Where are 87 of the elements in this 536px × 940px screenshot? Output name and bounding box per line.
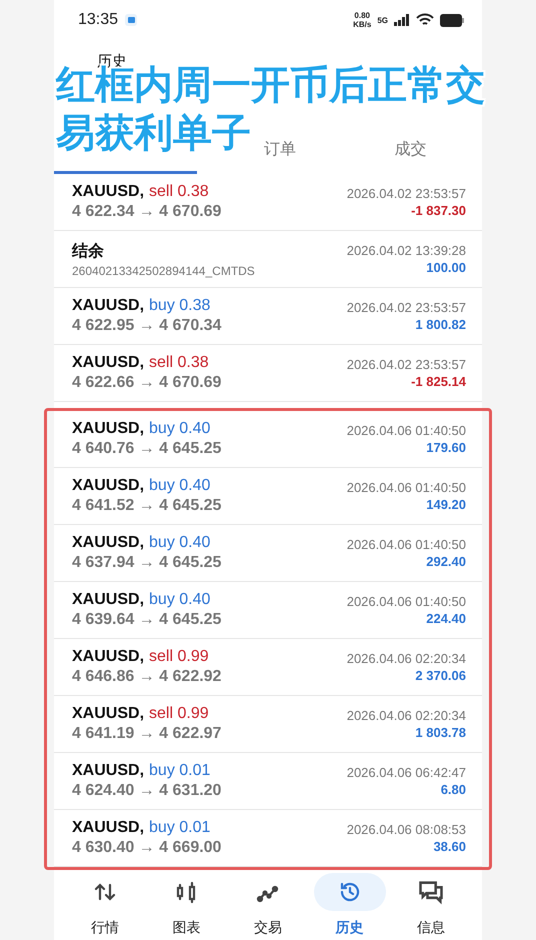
profit-text: 179.60: [426, 440, 466, 455]
app-icon: [124, 13, 138, 27]
profit-text: 1 800.82: [415, 317, 466, 332]
price-text: 4 637.94 → 4 645.25: [72, 554, 222, 572]
symbol-text: XAUUSD,: [72, 762, 144, 780]
profit-text: 6.80: [440, 782, 466, 797]
deal-row[interactable]: 结余 26040213342502894144_CMTDS 2026.04.02 13:39:28 100.00: [54, 231, 482, 288]
profit-text: -1 837.30: [411, 203, 466, 218]
deal-row[interactable]: XAUUSD, buy 0.40 4 639.64 → 4 645.25 2026.04.06 01:40:50 224.40: [54, 582, 482, 639]
price-text: 4 624.40 → 4 631.20: [72, 782, 222, 800]
nav-tab[interactable]: 行情: [68, 873, 142, 937]
deal-row[interactable]: XAUUSD, buy 0.38 4 622.95 → 4 670.34 2026.04.02 23:53:57 1 800.82: [54, 288, 482, 345]
profit-text: 224.40: [426, 611, 466, 626]
volume-text: buy 0.40: [149, 534, 210, 552]
annotation-caption: 易获利单子: [56, 111, 251, 157]
time-text: 2026.04.06 01:40:50: [346, 423, 466, 438]
time-text: 2026.04.06 01:40:50: [346, 480, 466, 495]
symbol-text: XAUUSD,: [72, 705, 144, 723]
volume-text: sell 0.38: [149, 354, 209, 372]
time-text: 2026.04.02 13:39:28: [346, 243, 466, 258]
price-text: 4 622.66 → 4 670.69: [72, 374, 222, 392]
price-text: 4 630.40 → 4 669.00: [72, 839, 222, 857]
clock-text: 13:35: [78, 11, 118, 29]
time-text: 2026.04.06 02:20:34: [346, 651, 466, 666]
deal-row[interactable]: XAUUSD, sell 0.99 4 641.19 → 4 622.97 2026.04.06 02:20:34 1 803.78: [54, 696, 482, 753]
deal-row[interactable]: XAUUSD, sell 0.99 4 646.86 → 4 622.92 2026.04.06 02:20:34 2 370.06: [54, 639, 482, 696]
price-text: 4 646.86 → 4 622.92: [72, 668, 222, 686]
volume-text: buy 0.40: [149, 591, 210, 609]
volume-text: buy 0.38: [149, 297, 210, 315]
profit-text: 149.20: [426, 497, 466, 512]
tab-underline[interactable]: [54, 171, 197, 174]
profit-text: 38.60: [433, 839, 466, 854]
time-text: 2026.04.06 01:40:50: [346, 537, 466, 552]
profit-text: 2 370.06: [415, 668, 466, 683]
time-text: 2026.04.06 02:20:34: [346, 708, 466, 723]
symbol-text: XAUUSD,: [72, 297, 144, 315]
symbol-text: XAUUSD,: [72, 534, 144, 552]
volume-text: buy 0.01: [149, 819, 210, 837]
volume-text: buy 0.40: [149, 477, 210, 495]
price-text: 4 641.19 → 4 622.97: [72, 725, 222, 743]
tab[interactable]: 成交: [394, 139, 427, 160]
profit-text: 1 803.78: [415, 725, 466, 740]
volume-text: sell 0.38: [149, 183, 209, 201]
tab[interactable]: 订单: [264, 139, 296, 160]
wifi-icon: [416, 13, 434, 27]
deal-row[interactable]: XAUUSD, buy 0.01 4 630.40 → 4 669.00 2026.04.06 08:08:53 38.60: [54, 810, 482, 867]
symbol-text: XAUUSD,: [72, 477, 144, 495]
nav-tab[interactable]: 信息: [394, 873, 468, 937]
nav-tab[interactable]: 交易: [230, 873, 305, 937]
profit-text: 100.00: [426, 260, 466, 275]
deal-row[interactable]: XAUUSD, buy 0.40 4 637.94 → 4 645.25 2026.04.06 01:40:50 292.40: [54, 525, 482, 582]
price-text: 4 639.64 → 4 645.25: [72, 611, 222, 629]
deal-row[interactable]: XAUUSD, buy 0.40 4 641.52 → 4 645.25 2026.04.06 01:40:50 149.20: [54, 468, 482, 525]
network-speed-text: 0.80 KB/s: [353, 11, 372, 29]
volume-text: buy 0.40: [149, 420, 210, 438]
price-text: 4 640.76 → 4 645.25: [72, 440, 222, 458]
balance-label: 结余: [72, 242, 104, 262]
symbol-text: XAUUSD,: [72, 819, 144, 837]
volume-text: sell 0.99: [149, 648, 209, 666]
nav-tab[interactable]: 图表: [149, 873, 224, 937]
signal-icon: [394, 14, 410, 26]
volume-text: buy 0.01: [149, 762, 210, 780]
price-text: 4 641.52 → 4 645.25: [72, 497, 222, 515]
time-text: 2026.04.02 23:53:57: [346, 300, 466, 315]
symbol-text: XAUUSD,: [72, 420, 144, 438]
comment-text: 26040213342502894144_CMTDS: [72, 264, 255, 278]
network-type-text: 5G: [377, 16, 388, 24]
deal-row[interactable]: XAUUSD, sell 0.38 4 622.66 → 4 670.69 2026.04.02 23:53:57 -1 825.14: [54, 345, 482, 402]
profit-text: -1 825.14: [411, 374, 466, 389]
time-text: 2026.04.02 23:53:57: [346, 357, 466, 372]
deal-row[interactable]: XAUUSD, sell 0.38 4 622.34 → 4 670.69 2026.04.02 23:53:57 -1 837.30: [54, 174, 482, 231]
deal-row[interactable]: XAUUSD, buy 0.01 4 624.40 → 4 631.20 2026.04.06 06:42:47 6.80: [54, 753, 482, 810]
deal-row[interactable]: XAUUSD, buy 0.40 4 640.76 → 4 645.25 2026.04.06 01:40:50 179.60: [54, 411, 482, 468]
symbol-text: XAUUSD,: [72, 648, 144, 666]
volume-text: sell 0.99: [149, 705, 209, 723]
time-text: 2026.04.02 23:53:57: [346, 186, 466, 201]
battery-icon: [440, 14, 464, 26]
price-text: 4 622.34 → 4 670.69: [72, 203, 222, 221]
time-text: 2026.04.06 01:40:50: [346, 594, 466, 609]
symbol-text: XAUUSD,: [72, 591, 144, 609]
time-text: 2026.04.06 08:08:53: [346, 822, 466, 837]
symbol-text: XAUUSD,: [72, 183, 144, 201]
symbol-text: XAUUSD,: [72, 354, 144, 372]
annotation-caption: 红框内周一开币后正常交: [56, 64, 485, 109]
profit-text: 292.40: [426, 554, 466, 569]
price-text: 4 622.95 → 4 670.34: [72, 317, 222, 335]
time-text: 2026.04.06 06:42:47: [346, 765, 466, 780]
